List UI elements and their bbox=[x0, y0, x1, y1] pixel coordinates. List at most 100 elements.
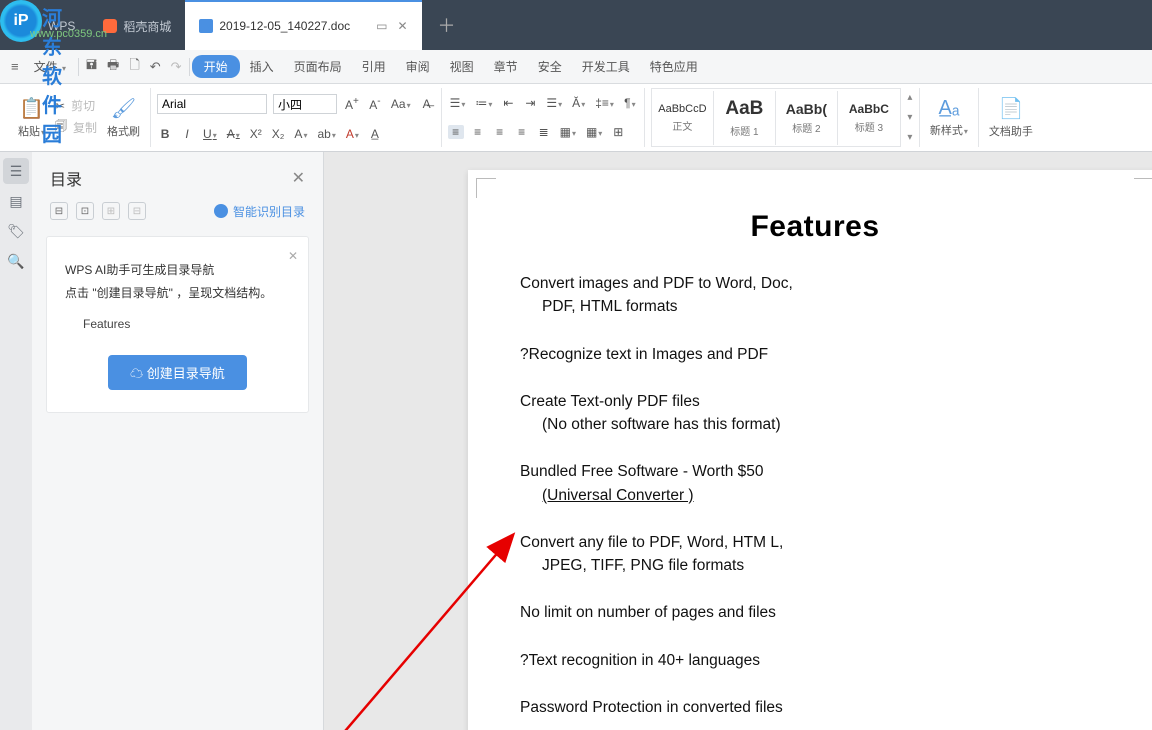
align-right-button[interactable]: ≡ bbox=[492, 125, 508, 139]
style-h1[interactable]: AaB标题 1 bbox=[714, 91, 776, 145]
menu-devtools[interactable]: 开发工具 bbox=[572, 58, 640, 75]
menu-pagelayout[interactable]: 页面布局 bbox=[284, 58, 352, 75]
border-button[interactable]: ▦▾ bbox=[584, 125, 604, 139]
title-bar: W WPS 稻壳商城 W 2019-12-05_140227.doc ▭ ✕ ＋ bbox=[0, 0, 1152, 50]
helper-icon: 📄 bbox=[998, 96, 1023, 121]
sidebar-close-icon[interactable]: ✕ bbox=[292, 168, 305, 188]
copy-icon: 🗐 bbox=[55, 117, 67, 138]
expand-all-button[interactable]: ⊡ bbox=[76, 202, 94, 220]
tab-stop-button[interactable]: ⊞ bbox=[610, 125, 626, 139]
distribute-button[interactable]: ≣ bbox=[536, 125, 552, 139]
remove-heading-button[interactable]: ⊟ bbox=[128, 202, 146, 220]
rail-page-icon[interactable]: ▤ bbox=[3, 188, 29, 214]
tab-document-active[interactable]: W 2019-12-05_140227.doc ▭ ✕ bbox=[185, 0, 421, 50]
number-list-button[interactable]: ≔▾ bbox=[473, 96, 494, 110]
sidebar-title: 目录 bbox=[50, 166, 82, 190]
collapse-all-button[interactable]: ⊟ bbox=[50, 202, 68, 220]
menu-reference[interactable]: 引用 bbox=[352, 58, 396, 75]
sort-button[interactable]: Ă▾ bbox=[570, 96, 587, 110]
tab-window-icon[interactable]: ▭ bbox=[376, 19, 387, 33]
doc-p5b: JPEG, TIFF, PNG file formats bbox=[520, 554, 1110, 577]
show-marks-button[interactable]: ¶▾ bbox=[622, 96, 638, 110]
doc-p3b: (No other software has this format) bbox=[520, 413, 1110, 436]
tab-store[interactable]: 稻壳商城 bbox=[89, 0, 185, 50]
tab-add-button[interactable]: ＋ bbox=[422, 0, 472, 50]
hamburger-icon[interactable]: ≡ bbox=[6, 59, 24, 74]
menu-chapter[interactable]: 章节 bbox=[484, 58, 528, 75]
ribbon-helper-group: 📄 文档助手 bbox=[979, 88, 1043, 147]
left-rail: ☰ ▤ 🏷 🔍 bbox=[0, 152, 32, 730]
save-icon[interactable]: 🖬 bbox=[81, 56, 102, 78]
store-icon bbox=[103, 19, 117, 33]
menu-insert[interactable]: 插入 bbox=[240, 58, 284, 75]
text-direction-button[interactable]: ☰▾ bbox=[544, 96, 564, 110]
paste-button[interactable]: 📋 粘贴▾ bbox=[14, 96, 49, 139]
copy-button[interactable]: 🗐 复制 bbox=[55, 117, 97, 138]
font-size-select[interactable] bbox=[273, 94, 337, 114]
shrink-font-button[interactable]: A- bbox=[367, 96, 383, 112]
rail-outline-icon[interactable]: ☰ bbox=[3, 158, 29, 184]
font-color-button[interactable]: A▾ bbox=[344, 127, 361, 141]
doc-p1b: PDF, HTML formats bbox=[520, 295, 1110, 318]
rail-search-icon[interactable]: 🔍 bbox=[3, 248, 29, 274]
tip-line2: 点击 "创建目录导航" ，呈现文档结构。 bbox=[65, 282, 290, 305]
bold-button[interactable]: B bbox=[157, 127, 173, 141]
card-close-icon[interactable]: ✕ bbox=[288, 245, 298, 268]
tab-close-icon[interactable]: ✕ bbox=[397, 19, 407, 33]
style-gallery-more[interactable]: ▴▾▾ bbox=[901, 88, 919, 147]
add-heading-button[interactable]: ⊞ bbox=[102, 202, 120, 220]
underline-button[interactable]: U▾ bbox=[201, 127, 219, 141]
outline-item-features[interactable]: Features bbox=[65, 313, 290, 336]
menu-security[interactable]: 安全 bbox=[528, 58, 572, 75]
grow-font-button[interactable]: A+ bbox=[343, 96, 361, 112]
phonetic-button[interactable]: A̲ bbox=[367, 127, 383, 141]
tip-line1: WPS AI助手可生成目录导航 bbox=[65, 259, 290, 282]
new-style-button[interactable]: A̲ₐ 新样式▾ bbox=[926, 97, 972, 138]
strike-button[interactable]: A▾ bbox=[225, 127, 242, 141]
menu-view[interactable]: 视图 bbox=[440, 58, 484, 75]
print-icon[interactable]: 🖶 bbox=[102, 56, 124, 78]
increase-indent-button[interactable]: ⇥ bbox=[522, 96, 538, 110]
tab-store-label: 稻壳商城 bbox=[123, 18, 171, 35]
align-justify-button[interactable]: ≡ bbox=[514, 125, 530, 139]
ribbon-paragraph-group: ☰▾ ≔▾ ⇤ ⇥ ☰▾ Ă▾ ‡≡▾ ¶▾ ≡ ≡ ≡ ≡ ≣ ▦▾ ▦▾ ⊞ bbox=[442, 88, 645, 147]
doc-p3a: Create Text-only PDF files bbox=[520, 393, 700, 410]
doc-helper-button[interactable]: 📄 文档助手 bbox=[985, 96, 1037, 139]
document-area[interactable]: Features Convert images and PDF to Word,… bbox=[324, 152, 1152, 730]
bullet-list-button[interactable]: ☰▾ bbox=[448, 96, 468, 110]
document-page[interactable]: Features Convert images and PDF to Word,… bbox=[468, 170, 1152, 730]
menu-special[interactable]: 特色应用 bbox=[640, 58, 708, 75]
cut-button[interactable]: ✂ 剪切 bbox=[55, 97, 97, 114]
italic-button[interactable]: I bbox=[179, 127, 195, 141]
ai-outline-button[interactable]: 智能识别目录 bbox=[214, 203, 305, 220]
change-case-button[interactable]: Aa▾ bbox=[389, 97, 413, 111]
style-h2[interactable]: AaBb(标题 2 bbox=[776, 91, 838, 145]
align-center-button[interactable]: ≡ bbox=[470, 125, 486, 139]
menu-file[interactable]: 文件 ▾ bbox=[24, 58, 76, 75]
rail-bookmark-icon[interactable]: 🏷 bbox=[3, 218, 29, 244]
subscript-button[interactable]: X₂ bbox=[270, 127, 287, 141]
align-left-button[interactable]: ≡ bbox=[448, 125, 464, 139]
superscript-button[interactable]: X² bbox=[248, 127, 264, 141]
highlight-button[interactable]: ab▾ bbox=[315, 127, 337, 141]
paste-icon: 📋 bbox=[19, 96, 44, 121]
clear-format-button[interactable]: A̶ bbox=[419, 97, 435, 111]
shading-button[interactable]: ▦▾ bbox=[558, 125, 578, 139]
tab-wps-home[interactable]: W WPS bbox=[14, 0, 89, 50]
text-effect-button[interactable]: A▾ bbox=[292, 127, 309, 141]
preview-icon[interactable]: 🗋 bbox=[124, 56, 144, 78]
line-spacing-button[interactable]: ‡≡▾ bbox=[593, 96, 616, 110]
style-body[interactable]: AaBbCcD正文 bbox=[652, 91, 714, 145]
menu-review[interactable]: 审阅 bbox=[396, 58, 440, 75]
create-outline-button[interactable]: 创建目录导航 bbox=[108, 355, 247, 390]
redo-icon[interactable]: ↷ bbox=[166, 59, 187, 75]
newstyle-icon: A̲ₐ bbox=[939, 97, 960, 120]
font-family-select[interactable] bbox=[157, 94, 267, 114]
doc-body: Convert images and PDF to Word, Doc, PDF… bbox=[520, 272, 1110, 719]
format-brush-button[interactable]: 🖌 格式刷 bbox=[103, 96, 144, 139]
decrease-indent-button[interactable]: ⇤ bbox=[500, 96, 516, 110]
style-h3[interactable]: AaBbC标题 3 bbox=[838, 91, 900, 145]
menu-start[interactable]: 开始 bbox=[192, 55, 240, 78]
undo-icon[interactable]: ↶ bbox=[145, 59, 166, 75]
ribbon-styles-group: AaBbCcD正文 AaB标题 1 AaBb(标题 2 AaBbC标题 3 ▴▾… bbox=[645, 88, 919, 147]
